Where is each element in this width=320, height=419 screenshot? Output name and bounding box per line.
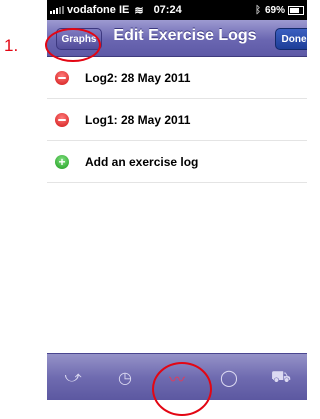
status-time: 07:24 — [153, 4, 182, 16]
status-bar: vodafone IE ≋ 07:24 ᛒ 69% — [47, 0, 307, 20]
bluetooth-icon: ᛒ — [254, 4, 261, 16]
delete-icon[interactable] — [55, 70, 69, 85]
battery-icon — [288, 5, 304, 15]
battery-percent: 69% — [264, 4, 285, 16]
graphs-tab-highlight — [152, 362, 212, 416]
carrier-name: vodafone IE — [67, 4, 130, 16]
exercise-log-row[interactable]: Log1: 28 May 2011 — [47, 99, 307, 141]
page-title: Edit Exercise Logs — [113, 27, 257, 44]
clock-icon: ◷ — [118, 369, 132, 387]
tab-history[interactable]: ◷ — [99, 354, 151, 400]
cart-icon: ⛟ — [270, 368, 292, 386]
exercise-log-label: Log2: 28 May 2011 — [85, 70, 191, 85]
speech-bubble-icon: ◯ — [220, 369, 238, 387]
wifi-icon: ≋ — [134, 4, 144, 17]
tab-exercise[interactable]: ⤻ — [47, 354, 99, 400]
add-exercise-log-row[interactable]: + Add an exercise log — [47, 141, 307, 183]
exercise-icon: ⤻ — [64, 368, 82, 386]
exercise-log-label: Log1: 28 May 2011 — [85, 112, 191, 127]
delete-icon[interactable] — [55, 112, 69, 127]
step-number-annotation: 1. — [4, 36, 19, 55]
add-exercise-log-label: Add an exercise log — [85, 154, 199, 169]
exercise-log-row[interactable]: Log2: 28 May 2011 — [47, 57, 307, 99]
add-icon[interactable]: + — [55, 154, 69, 169]
graphs-button-highlight — [45, 28, 101, 62]
tab-shop[interactable]: ⛟ — [255, 354, 307, 400]
done-button[interactable]: Done — [275, 28, 307, 50]
signal-strength-icon — [50, 6, 64, 14]
